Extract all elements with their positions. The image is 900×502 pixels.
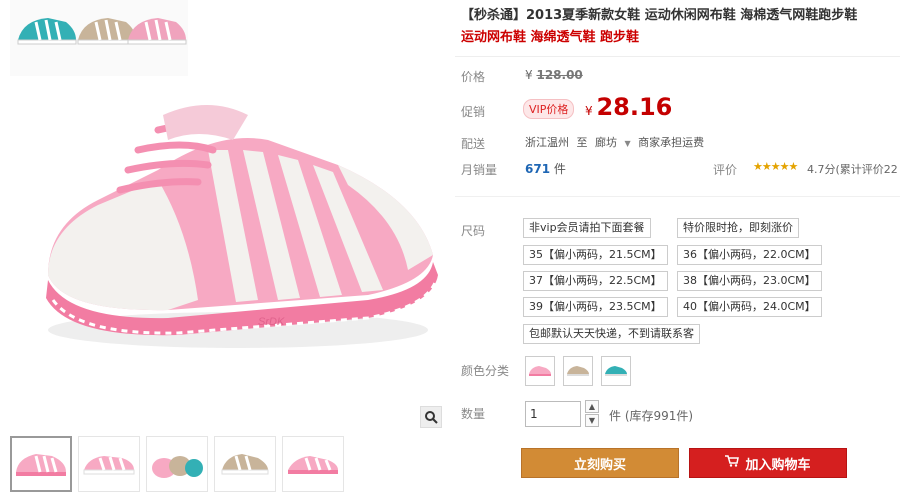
thumbnail[interactable] [10, 436, 72, 492]
product-title: 【秒杀通】2013夏季新款女鞋 运动休闲网布鞋 海棉透气网鞋跑步鞋 [461, 8, 858, 23]
divider [455, 56, 900, 57]
image-gallery: SrDK [0, 0, 446, 502]
rating-score[interactable]: 4.7分(累计评价22 [807, 161, 898, 177]
currency-symbol: ¥ [525, 68, 533, 82]
shipping-fee: 商家承担运费 [638, 136, 705, 149]
original-price-value: 128.00 [536, 68, 583, 82]
color-option-beige[interactable] [563, 356, 593, 386]
rating-stars: ★★★★★ [753, 160, 798, 173]
buy-now-button[interactable]: 立刻购买 [521, 448, 679, 478]
size-option[interactable]: 39【偏小两码，23.5CM】 [523, 297, 668, 317]
vip-badge: VIP价格 [523, 99, 575, 119]
shipping-info: 浙江温州 至 廊坊 ▼ 商家承担运费 [525, 134, 704, 150]
size-option[interactable]: 38【偏小两码，23.0CM】 [677, 271, 822, 291]
size-option[interactable]: 特价限时抢，即刻涨价 [677, 218, 799, 238]
svg-text:SrDK: SrDK [258, 316, 285, 328]
price-label: 价格 [461, 70, 486, 84]
original-price: ¥ 128.00 [525, 68, 583, 82]
size-option[interactable]: 包邮默认天天快递，不到请联系客 [523, 324, 700, 344]
monthly-sales: 671 件 [525, 160, 566, 177]
size-option[interactable]: 非vip会员请拍下面套餐 [523, 218, 651, 238]
promo-price: ¥ 28.16 [585, 93, 672, 121]
stock-info: 件 (库存991件) [609, 409, 694, 423]
thumbnail[interactable] [78, 436, 140, 492]
decrement-icon[interactable]: ▼ [585, 414, 599, 427]
product-page: SrDK 【秒杀通】2013夏季新款女鞋 运动休闲网布鞋 海棉透气网鞋跑步鞋 运… [0, 0, 900, 502]
add-to-cart-button[interactable]: 加入购物车 [689, 448, 847, 478]
ship-from: 浙江温州 [525, 136, 569, 149]
color-option-pink[interactable] [525, 356, 555, 386]
divider [455, 196, 900, 197]
thumbnail[interactable] [146, 436, 208, 492]
size-label: 尺码 [461, 224, 486, 238]
thumbnail[interactable] [282, 436, 344, 492]
size-option[interactable]: 40【偏小两码，24.0CM】 [677, 297, 822, 317]
ship-to-select[interactable]: 廊坊 [595, 136, 617, 149]
currency-symbol: ¥ [585, 104, 593, 118]
product-subtitle: 运动网布鞋 海绵透气鞋 跑步鞋 [461, 30, 640, 45]
product-info: 【秒杀通】2013夏季新款女鞋 运动休闲网布鞋 海棉透气网鞋跑步鞋 运动网布鞋 … [455, 0, 900, 502]
magnifier-icon[interactable] [420, 406, 442, 428]
add-to-cart-label: 加入购物车 [745, 457, 811, 473]
color-preview-strip [10, 0, 188, 76]
increment-icon[interactable]: ▲ [585, 400, 599, 413]
ship-connector: 至 [576, 136, 588, 149]
chevron-down-icon[interactable]: ▼ [625, 139, 631, 148]
thumbnail-strip [10, 436, 430, 496]
size-option[interactable]: 37【偏小两码，22.5CM】 [523, 271, 668, 291]
quantity-label: 数量 [461, 407, 486, 421]
sales-count: 671 [525, 162, 551, 176]
color-option-teal[interactable] [601, 356, 631, 386]
promo-price-value: 28.16 [596, 93, 673, 121]
sales-unit: 件 [553, 162, 566, 176]
size-option[interactable]: 36【偏小两码，22.0CM】 [677, 245, 822, 265]
sales-label: 月销量 [461, 163, 498, 177]
rating-label: 评价 [713, 163, 738, 177]
quantity-input[interactable]: 1 [525, 401, 581, 427]
size-option[interactable]: 35【偏小两码，21.5CM】 [523, 245, 668, 265]
cart-icon [725, 455, 740, 471]
promo-label: 促销 [461, 105, 486, 119]
shipping-label: 配送 [461, 137, 486, 151]
color-label: 颜色分类 [461, 364, 510, 378]
thumbnail[interactable] [214, 436, 276, 492]
